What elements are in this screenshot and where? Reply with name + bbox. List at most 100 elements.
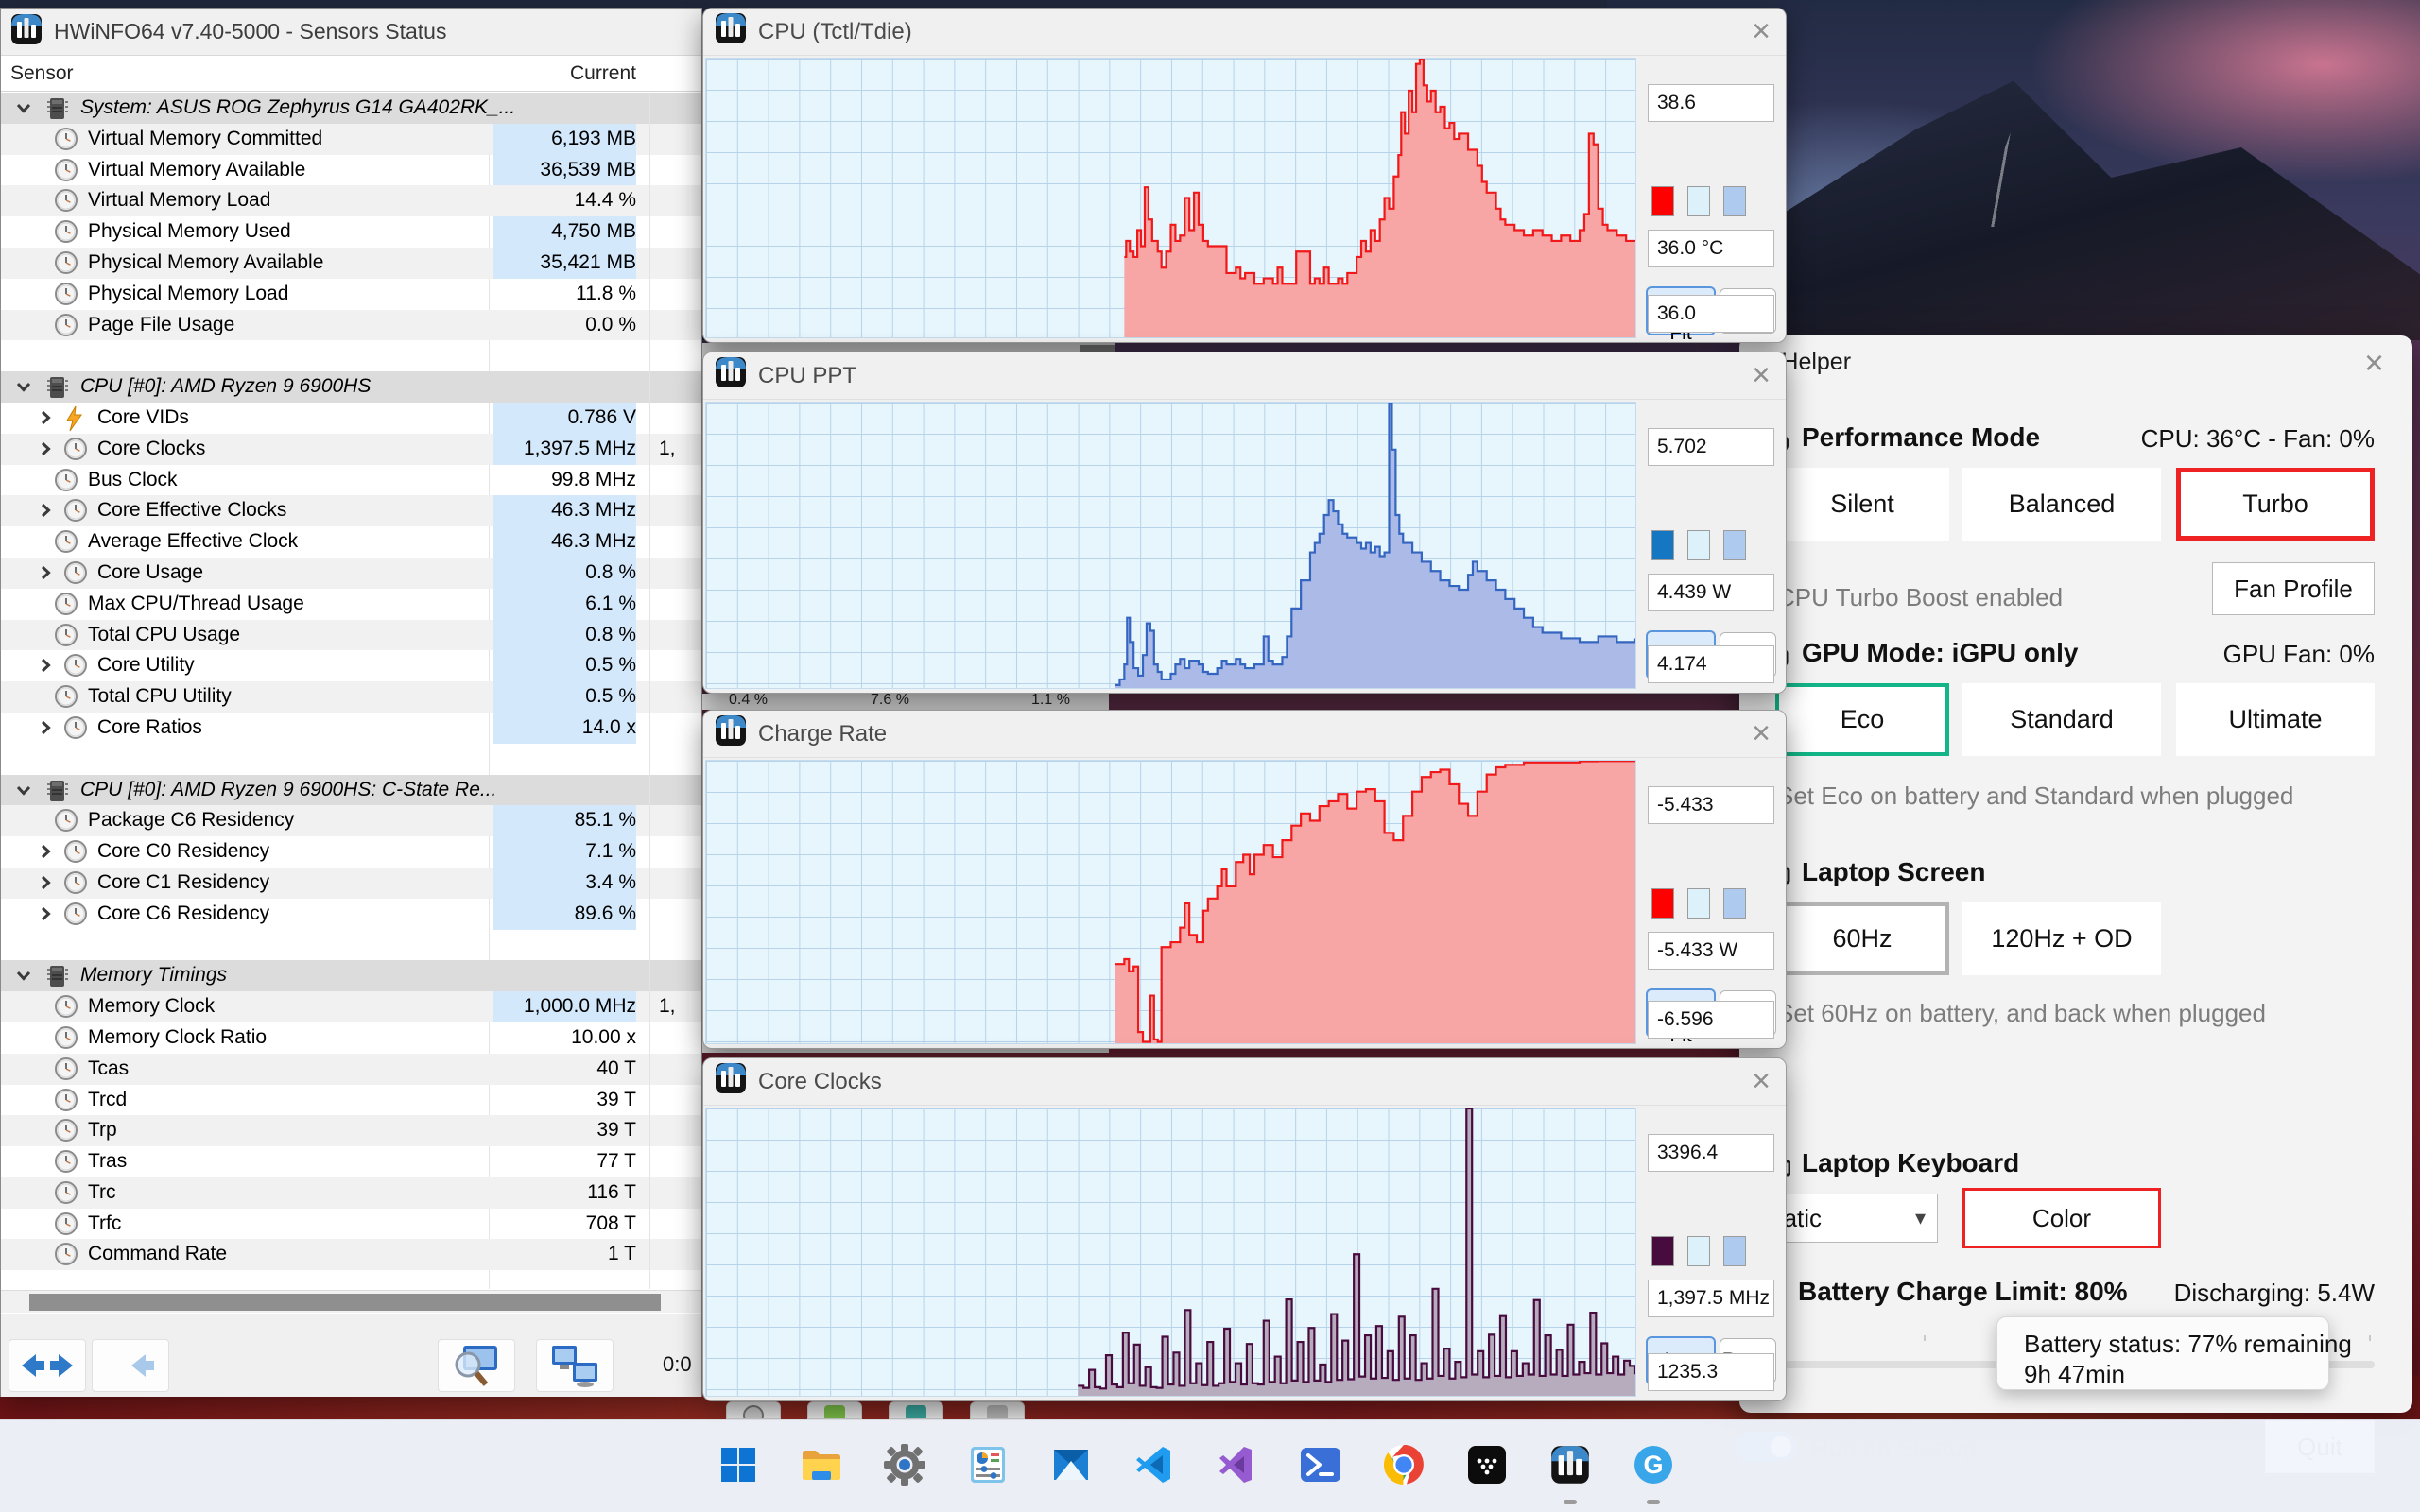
sensor-row[interactable]: Total CPU Usage 0.8 % [1,619,701,651]
graph-max-value[interactable]: 38.6 [1648,84,1774,122]
chevron-down-icon[interactable] [14,966,33,990]
chevron-right-icon[interactable] [37,718,54,743]
close-icon[interactable]: × [1752,1064,1771,1098]
sensor-row[interactable]: Tcas 40 T [1,1053,701,1085]
series-color-swatch[interactable] [1651,186,1674,216]
grid-color-swatch[interactable] [1723,530,1746,560]
gpu-eco-button[interactable]: Eco [1775,683,1949,756]
chevron-right-icon[interactable] [37,904,54,929]
taskbar-icon-g-helper[interactable]: G [1622,1434,1685,1496]
graph-min-value[interactable]: 36.0 [1648,295,1774,333]
background-color-swatch[interactable] [1687,1236,1710,1266]
series-color-swatch[interactable] [1651,888,1674,919]
background-color-swatch[interactable] [1687,530,1710,560]
graph-titlebar[interactable]: CPU (Tctl/Tdie) [703,9,1786,56]
chevron-right-icon[interactable] [37,842,54,867]
sensor-row[interactable]: Core C1 Residency 3.4 % [1,867,701,899]
chevron-right-icon[interactable] [37,439,54,464]
sensor-row[interactable]: Tras 77 T [1,1146,701,1177]
taskbar-icon-monitor-tools[interactable] [957,1434,1019,1496]
keyboard-color-button[interactable]: Color [1962,1188,2161,1248]
sensor-row[interactable]: Virtual Memory Available 36,539 MB [1,154,701,186]
expand-all-button[interactable] [9,1339,86,1392]
chevron-right-icon[interactable] [37,656,54,680]
graph-min-value[interactable]: 4.174 [1648,645,1774,683]
graph-max-value[interactable]: 3396.4 [1648,1134,1774,1172]
graph-titlebar[interactable]: CPU PPT [703,352,1786,400]
background-color-swatch[interactable] [1687,186,1710,216]
grid-color-swatch[interactable] [1723,1236,1746,1266]
chevron-right-icon[interactable] [37,501,54,525]
graph-titlebar[interactable]: Core Clocks [703,1058,1786,1106]
taskbar-icon-dots-app[interactable] [1456,1434,1518,1496]
sensor-row[interactable]: Core Clocks 1,397.5 MHz 1, [1,433,701,465]
sensor-row[interactable]: Virtual Memory Committed 6,193 MB [1,123,701,155]
mode-silent-button[interactable]: Silent [1775,468,1949,541]
taskbar-icon-chrome[interactable] [1373,1434,1435,1496]
chevron-right-icon[interactable] [37,563,54,588]
taskbar-icon-start[interactable] [707,1434,769,1496]
mode-balanced-button[interactable]: Balanced [1962,468,2161,541]
grid-color-swatch[interactable] [1723,888,1746,919]
sensor-row[interactable]: Core C0 Residency 7.1 % [1,836,701,868]
chevron-down-icon[interactable] [14,781,33,805]
sensor-section-row[interactable]: Memory Timings [1,960,701,992]
graph-titlebar[interactable]: Charge Rate [703,711,1786,758]
sensor-row[interactable]: Memory Clock Ratio 10.00 x [1,1022,701,1054]
series-color-swatch[interactable] [1651,1236,1674,1266]
sensor-row[interactable]: Core Ratios 14.0 x [1,712,701,744]
grid-color-swatch[interactable] [1723,186,1746,216]
sensor-row[interactable]: Trc 116 T [1,1177,701,1209]
hwinfo-titlebar[interactable]: HWiNFO64 v7.40-5000 - Sensors Status [1,9,701,56]
graph-plot-area[interactable] [705,760,1636,1044]
refresh-60hz-button[interactable]: 60Hz [1775,902,1949,975]
sensor-row[interactable]: Physical Memory Used 4,750 MB [1,216,701,248]
sensor-row[interactable]: Total CPU Utility 0.5 % [1,681,701,713]
sensor-row[interactable]: Average Effective Clock 46.3 MHz [1,526,701,558]
sensor-row[interactable]: Package C6 Residency 85.1 % [1,805,701,837]
sensor-section-row[interactable]: CPU [#0]: AMD Ryzen 9 6900HS [1,371,701,403]
chevron-right-icon[interactable] [37,873,54,898]
sensor-row[interactable]: Physical Memory Available 35,421 MB [1,247,701,279]
graph-min-value[interactable]: 1235.3 [1648,1353,1774,1391]
g-helper-close-icon[interactable]: × [2364,343,2384,383]
graph-max-value[interactable]: 5.702 [1648,428,1774,466]
screen-capture-button[interactable] [438,1339,515,1392]
series-color-swatch[interactable] [1651,530,1674,560]
horizontal-scrollbar[interactable] [1,1290,701,1313]
chevron-down-icon[interactable] [14,98,33,123]
remote-monitor-button[interactable] [536,1339,614,1392]
sensor-section-row[interactable]: System: ASUS ROG Zephyrus G14 GA402RK_..… [1,93,701,124]
chevron-down-icon[interactable] [14,377,33,402]
sensor-row[interactable]: Max CPU/Thread Usage 6.1 % [1,588,701,620]
sensor-row[interactable]: Core VIDs 0.786 V [1,402,701,434]
sensor-row[interactable]: Physical Memory Load 11.8 % [1,279,701,310]
graph-plot-area[interactable] [705,1108,1636,1397]
sensor-row[interactable]: Core Utility 0.5 % [1,650,701,682]
taskbar-icon-settings[interactable] [873,1434,936,1496]
column-sensor[interactable]: Sensor [10,62,74,85]
scrollbar-thumb[interactable] [29,1294,661,1311]
taskbar-icon-powershell[interactable] [1289,1434,1352,1496]
close-icon[interactable]: × [1752,716,1771,750]
taskbar-icon-explorer[interactable] [790,1434,853,1496]
sensor-row[interactable]: Memory Clock 1,000.0 MHz 1, [1,991,701,1022]
close-icon[interactable]: × [1752,358,1771,392]
sensor-row[interactable]: Core Effective Clocks 46.3 MHz [1,495,701,527]
graph-plot-area[interactable] [705,402,1636,689]
sensor-row[interactable]: Command Rate 1 T [1,1239,701,1271]
refresh-120hz-button[interactable]: 120Hz + OD [1962,902,2161,975]
taskbar-icon-visual-studio[interactable] [1206,1434,1269,1496]
fan-profile-button[interactable]: Fan Profile [2212,562,2375,615]
chevron-right-icon[interactable] [37,408,54,433]
sensor-row[interactable]: Bus Clock 99.8 MHz [1,465,701,496]
sensor-row[interactable]: Page File Usage 0.0 % [1,309,701,341]
sensor-row[interactable]: Core C6 Residency 89.6 % [1,898,701,930]
collapse-all-button[interactable] [92,1339,169,1392]
close-icon[interactable]: × [1752,14,1771,48]
graph-min-value[interactable]: -6.596 [1648,1001,1774,1039]
sensor-row[interactable]: Trcd 39 T [1,1085,701,1116]
gpu-ultimate-button[interactable]: Ultimate [2176,683,2375,756]
column-current[interactable]: Current [493,62,636,85]
graph-max-value[interactable]: -5.433 [1648,786,1774,824]
